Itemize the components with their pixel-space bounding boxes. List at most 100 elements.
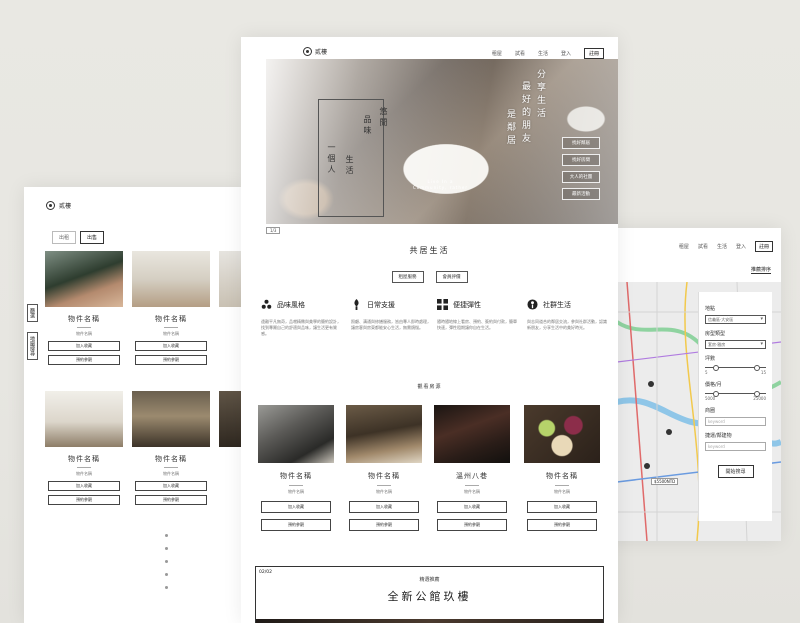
hero-button[interactable]: 找好鄰居 [562, 137, 600, 149]
flexible-icon [437, 299, 448, 310]
side-tab-filter[interactable]: 篩選 [27, 304, 38, 322]
feature-text: 照顧、溝通與修繕服務，皆由專人即時處理，讓房客與房東都能安心生活，無需煩惱。 [351, 319, 431, 330]
hero-side-buttons: 找好鄰居 找好房間 大人的社團 最新活動 [562, 137, 600, 200]
page-dot[interactable] [165, 560, 168, 563]
listing-sub: 物件名稱 [524, 485, 600, 495]
listing-photo [524, 405, 600, 463]
nearby-input[interactable]: keyword [705, 417, 766, 426]
mrt-input[interactable]: keyword [705, 442, 766, 451]
hero-tagline: Live In a Community, rather [413, 179, 468, 191]
feature-item: 品味風格 遠離平凡無奇，品嚐精緻與美學的簡約設計，找到專屬自己的舒適與品味，讓生… [261, 299, 341, 337]
book-visit-button[interactable]: 預約參觀 [261, 519, 331, 531]
feature-title: 日常支援 [367, 300, 395, 309]
listing-card[interactable]: 溫州八巷 物件名稱 加入收藏 預約參觀 [434, 405, 510, 531]
filter-price-label: 價格/月 [705, 382, 722, 388]
favorite-button[interactable]: 加入收藏 [135, 341, 207, 351]
listing-photo [434, 405, 510, 463]
size-min: 5 [705, 370, 708, 375]
feature-text: 遠離平凡無奇，品嚐精緻與美學的簡約設計，找到專屬自己的舒適與品味，讓生活更有質感… [261, 319, 341, 336]
nav-login[interactable]: 登入 [561, 50, 571, 57]
nav-try[interactable]: 試看 [698, 243, 708, 250]
hero-text: 一個人 [327, 143, 336, 176]
favorite-button[interactable]: 加入收藏 [437, 501, 507, 513]
nav-life[interactable]: 生活 [538, 50, 548, 57]
nav-register[interactable]: 註冊 [583, 48, 604, 59]
map-marker-label[interactable]: $5500NTD [651, 478, 679, 485]
listings-title: 觀看房源 [417, 384, 442, 390]
left-logo[interactable]: 貳樓 [46, 201, 71, 210]
hero-tagline-line: Community, rather [413, 185, 468, 190]
support-icon [354, 299, 359, 310]
book-visit-button[interactable]: 預約參觀 [135, 495, 207, 505]
listing-photo [132, 251, 210, 307]
nav-life[interactable]: 生活 [717, 243, 727, 250]
listing-name: 溫州八巷 [456, 472, 488, 480]
listing-card[interactable]: 物件名稱 物件名稱 加入收藏 預約參觀 [132, 251, 210, 365]
center-logo-text: 貳樓 [315, 49, 328, 56]
hero-button[interactable]: 最新活動 [562, 188, 600, 200]
side-tab-map[interactable]: 地圖搜尋 [27, 332, 38, 360]
type-select[interactable]: 套房·雅房 [705, 340, 766, 349]
size-slider[interactable] [705, 365, 766, 371]
hero-slide-indicator[interactable]: 1/3 [266, 227, 281, 234]
nav-rent[interactable]: 租屋 [492, 50, 502, 57]
book-visit-button[interactable]: 預約參觀 [48, 495, 120, 505]
area-select[interactable]: 信義區·大安區 [705, 315, 766, 324]
nav-register[interactable]: 註冊 [754, 241, 773, 252]
book-visit-button[interactable]: 預約參觀 [135, 355, 207, 365]
center-logo[interactable]: 貳樓 [303, 47, 327, 56]
listing-sub: 物件名稱 [346, 485, 422, 495]
map-sort-dropdown[interactable]: 推薦排序 [750, 266, 771, 274]
reviews-button[interactable]: 會員評價 [435, 271, 468, 283]
book-visit-button[interactable]: 預約參觀 [349, 519, 419, 531]
book-visit-button[interactable]: 預約參觀 [437, 519, 507, 531]
listing-card[interactable]: 物件名稱 物件名稱 加入收藏 預約參觀 [346, 405, 422, 531]
feature-item: 便捷彈性 隨時隨地線上看房、預約、簽約與付款，簡單快速，彈性租期讓你自在生活。 [437, 299, 517, 331]
hero-headline: 分享生活 [535, 69, 545, 121]
page-dot[interactable] [165, 573, 168, 576]
listing-sub: 物件名稱 [434, 485, 510, 495]
listing-sub: 物件名稱 [132, 327, 210, 337]
feature-item: 日常支援 照顧、溝通與修繕服務，皆由專人即時處理，讓房客與房東都能安心生活，無需… [351, 299, 431, 331]
favorite-button[interactable]: 加入收藏 [48, 481, 120, 491]
book-visit-button[interactable]: 預約參觀 [48, 355, 120, 365]
logo-icon [303, 47, 312, 56]
listing-sub: 物件名稱 [132, 467, 210, 477]
favorite-button[interactable]: 加入收藏 [349, 501, 419, 513]
nav-rent[interactable]: 租屋 [679, 243, 689, 250]
hero-button[interactable]: 找好房間 [562, 154, 600, 166]
promo-title: 全新公館玖樓 [387, 590, 472, 603]
listing-card[interactable]: 物件名稱 物件名稱 加入收藏 預約參觀 [45, 391, 123, 505]
favorite-button[interactable]: 加入收藏 [48, 341, 120, 351]
tab-sale[interactable]: 出售 [80, 231, 105, 244]
listing-card[interactable]: 物件名稱 物件名稱 加入收藏 預約參觀 [524, 405, 600, 531]
rent-service-button[interactable]: 租屋服務 [391, 271, 424, 283]
feature-text: 隨時隨地線上看房、預約、簽約與付款，簡單快速，彈性租期讓你自在生活。 [437, 319, 517, 330]
left-logo-text: 貳樓 [59, 203, 72, 210]
filter-nearby-label: 商圈 [705, 408, 716, 414]
left-tabs: 出租 出售 [52, 231, 105, 244]
listing-name: 物件名稱 [68, 455, 100, 463]
listing-card[interactable]: 物件名稱 物件名稱 加入收藏 預約參觀 [45, 251, 123, 365]
favorite-button[interactable]: 加入收藏 [261, 501, 331, 513]
pagination-dots[interactable] [165, 534, 168, 589]
promo-banner[interactable]: 02/02 精選推薦 全新公館玖樓 [255, 566, 604, 623]
nav-try[interactable]: 試看 [515, 50, 525, 57]
nav-links: 租屋 試看 生活 登入 註冊 [492, 48, 604, 59]
favorite-button[interactable]: 加入收藏 [527, 501, 597, 513]
search-button[interactable]: 開始搜尋 [717, 465, 754, 478]
book-visit-button[interactable]: 預約參觀 [527, 519, 597, 531]
page-dot[interactable] [165, 586, 168, 589]
listing-name: 物件名稱 [546, 472, 578, 480]
listing-card[interactable]: 物件名稱 物件名稱 加入收藏 預約參觀 [258, 405, 334, 531]
price-slider[interactable] [705, 391, 766, 397]
style-icon [261, 299, 272, 309]
page-dot[interactable] [165, 534, 168, 537]
logo-icon [46, 201, 55, 210]
page-dot[interactable] [165, 547, 168, 550]
hero-button[interactable]: 大人的社團 [562, 171, 600, 183]
favorite-button[interactable]: 加入收藏 [135, 481, 207, 491]
listing-card[interactable]: 物件名稱 物件名稱 加入收藏 預約參觀 [132, 391, 210, 505]
tab-rent[interactable]: 出租 [52, 231, 77, 244]
nav-login[interactable]: 登入 [736, 243, 746, 250]
